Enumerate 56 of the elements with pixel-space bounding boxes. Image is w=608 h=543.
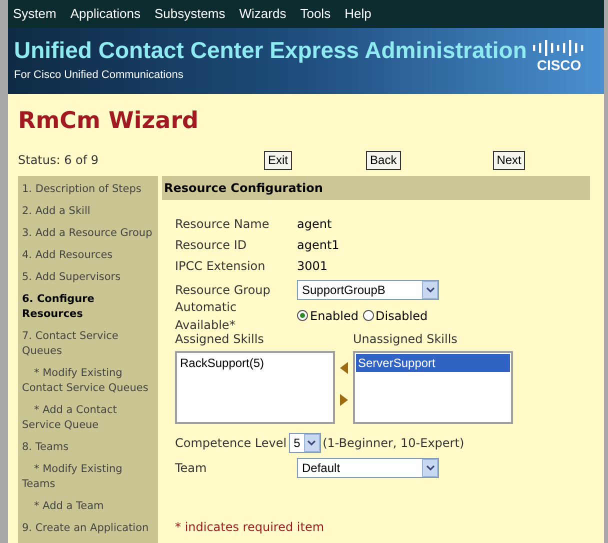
move-left-icon[interactable]	[340, 362, 348, 374]
field-value: agent	[297, 216, 332, 233]
dropdown[interactable]: Default	[297, 458, 439, 478]
step-link[interactable]: * Modify Existing Teams	[22, 462, 154, 492]
move-right-icon[interactable]	[340, 394, 348, 406]
field-value: 3001	[297, 258, 328, 275]
step-link[interactable]: 7. Contact Service Queues	[22, 328, 154, 358]
field-label: Resource ID	[175, 237, 248, 254]
field-label: Team	[175, 460, 208, 476]
dropdown[interactable]: SupportGroupB	[297, 280, 439, 300]
banner-subtitle: For Cisco Unified Communications	[14, 68, 184, 83]
field-label: IPCC Extension	[175, 258, 266, 275]
step-link[interactable]: 2. Add a Skill	[22, 204, 154, 218]
step-link[interactable]: * Add a Contact Service Queue	[22, 402, 154, 432]
section-header: Resource Configuration	[162, 176, 590, 200]
page-title: RmCm Wizard	[18, 108, 198, 134]
wizard-button[interactable]: Next	[492, 150, 526, 170]
menu-item[interactable]: System	[13, 4, 56, 24]
wizard-button[interactable]: Back	[366, 150, 401, 170]
radio-label: Enabled	[310, 308, 358, 324]
field-label: Automatic Available*	[175, 298, 238, 334]
skills-list[interactable]: ServerSupport	[353, 350, 513, 424]
dropdown[interactable]: 5	[288, 432, 321, 452]
step-link[interactable]: * Add a Team	[22, 498, 154, 514]
logo-text: CISCO	[536, 56, 582, 74]
step-link[interactable]: 4. Add Resources	[22, 248, 154, 262]
menu-item[interactable]: Help	[344, 4, 372, 24]
menu-item[interactable]: Applications	[70, 4, 140, 24]
menu-item[interactable]: Subsystems	[154, 4, 226, 24]
radio-button[interactable]	[362, 310, 374, 321]
wizard-button[interactable]: Exit	[264, 150, 292, 170]
field-label: Resource Name	[175, 216, 270, 233]
required-note: * indicates required item	[175, 518, 326, 536]
field-label: Resource Group	[175, 282, 272, 299]
list-label: Assigned Skills	[175, 330, 265, 348]
step-link[interactable]: 1. Description of Steps	[22, 182, 154, 196]
radio-label: Disabled	[376, 308, 428, 324]
field-label: Competence Level	[175, 434, 287, 452]
radio-button[interactable]	[297, 310, 308, 321]
menu-item[interactable]: Tools	[300, 4, 331, 24]
hint-text: (1-Beginner, 10-Expert)	[322, 434, 464, 452]
skill-item[interactable]: ServerSupport	[356, 354, 510, 372]
list-label: Unassigned Skills	[353, 330, 458, 348]
skill-item[interactable]: RackSupport(5)	[178, 354, 332, 372]
step-link[interactable]: 3. Add a Resource Group	[22, 226, 154, 240]
field-value: agent1	[297, 237, 340, 254]
menu-item[interactable]: Wizards	[239, 4, 286, 24]
status-text: Status: 6 of 9	[18, 152, 100, 169]
step-link[interactable]: 6. Configure Resources	[22, 292, 154, 322]
step-link[interactable]: 8. Teams	[22, 440, 154, 454]
skills-list[interactable]: RackSupport(5)	[175, 350, 335, 424]
banner-title: Unified Contact Center Express Administration	[14, 36, 527, 64]
step-link[interactable]: * Modify Existing Contact Service Queues	[22, 366, 154, 396]
step-link[interactable]: 5. Add Supervisors	[22, 270, 154, 284]
logo-bars-icon	[532, 40, 586, 56]
step-link[interactable]: 9. Create an Application	[22, 520, 154, 536]
